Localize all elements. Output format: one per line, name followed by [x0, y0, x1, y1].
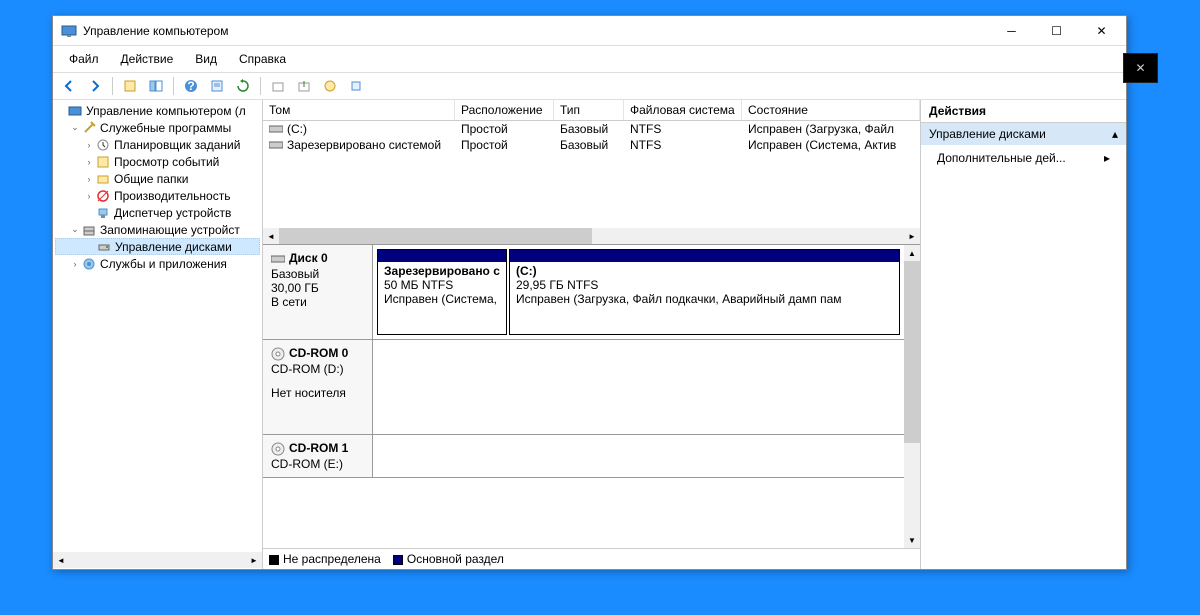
storage-icon — [81, 222, 97, 238]
menu-view[interactable]: Вид — [185, 48, 227, 70]
volume-icon — [269, 140, 283, 150]
expand-icon[interactable]: › — [83, 157, 95, 167]
partition-c[interactable]: (C:) 29,95 ГБ NTFS Исправен (Загрузка, Ф… — [509, 249, 900, 335]
actions-pane: Действия Управление дисками ▴ Дополнител… — [921, 100, 1126, 569]
tree-disk-management[interactable]: Управление дисками — [55, 238, 260, 255]
tree-hscrollbar[interactable]: ◄ ► — [53, 551, 262, 569]
col-layout[interactable]: Расположение — [455, 100, 554, 120]
volume-hscrollbar[interactable]: ◄ ► — [263, 228, 920, 244]
cmd-close-button[interactable]: ✕ — [1123, 53, 1158, 83]
hdd-icon — [271, 254, 285, 264]
device-icon — [95, 205, 111, 221]
maximize-button[interactable]: ☐ — [1034, 17, 1079, 45]
legend: Не распределена Основной раздел — [263, 548, 920, 569]
actions-group-diskmgmt[interactable]: Управление дисками ▴ — [921, 123, 1126, 145]
clock-icon — [95, 137, 111, 153]
volume-row[interactable]: (C:) Простой Базовый NTFS Исправен (Загр… — [263, 121, 920, 137]
toolbar-extra3[interactable] — [318, 75, 342, 97]
cmd-prompt-text: DISKPART> — [104, 586, 180, 602]
cdrom-icon — [271, 347, 285, 361]
help-button[interactable]: ? — [179, 75, 203, 97]
disk-row-0[interactable]: Диск 0 Базовый 30,00 ГБ В сети Зарезерви… — [263, 245, 904, 340]
tree-services[interactable]: › Службы и приложения — [55, 255, 260, 272]
computer-icon — [67, 103, 83, 119]
partition-system-reserved[interactable]: Зарезервировано с 50 МБ NTFS Исправен (С… — [377, 249, 507, 335]
show-hide-tree-button[interactable] — [144, 75, 168, 97]
col-filesystem[interactable]: Файловая система — [624, 100, 742, 120]
diskmap-vscrollbar[interactable]: ▲ ▼ — [904, 245, 920, 548]
disk-row-cdrom1[interactable]: CD-ROM 1 CD-ROM (E:) — [263, 435, 904, 478]
tree-scheduler[interactable]: › Планировщик заданий — [55, 136, 260, 153]
collapse-triangle-icon: ▴ — [1112, 127, 1118, 141]
log-icon — [95, 154, 111, 170]
legend-primary-swatch — [393, 555, 403, 565]
volume-icon — [269, 124, 283, 134]
tree-performance[interactable]: › Производительность — [55, 187, 260, 204]
volume-list: Том Расположение Тип Файловая система Со… — [263, 100, 920, 245]
refresh-button[interactable] — [231, 75, 255, 97]
tree-device-manager[interactable]: Диспетчер устройств — [55, 204, 260, 221]
forward-button[interactable] — [83, 75, 107, 97]
toolbar-extra1[interactable] — [266, 75, 290, 97]
volume-list-header: Том Расположение Тип Файловая система Со… — [263, 100, 920, 121]
tree-system-tools[interactable]: ⌄ Служебные программы — [55, 119, 260, 136]
window-title: Управление компьютером — [83, 24, 989, 38]
tree-event-viewer[interactable]: › Просмотр событий — [55, 153, 260, 170]
tree-storage[interactable]: ⌄ Запоминающие устройст — [55, 221, 260, 238]
titlebar: Управление компьютером ─ ☐ ✕ — [53, 16, 1126, 46]
menu-action[interactable]: Действие — [111, 48, 184, 70]
toolbar-extra2[interactable] — [292, 75, 316, 97]
performance-icon — [95, 188, 111, 204]
actions-more[interactable]: Дополнительные дей... ▸ — [921, 145, 1126, 171]
toolbar: ? — [53, 72, 1126, 100]
expand-icon[interactable]: › — [83, 140, 95, 150]
minimize-button[interactable]: ─ — [989, 17, 1034, 45]
close-button[interactable]: ✕ — [1079, 17, 1124, 45]
menu-file[interactable]: Файл — [59, 48, 109, 70]
collapse-icon[interactable]: ⌄ — [69, 122, 81, 133]
disk-map: Диск 0 Базовый 30,00 ГБ В сети Зарезерви… — [263, 245, 920, 569]
folder-icon — [95, 171, 111, 187]
actions-header: Действия — [921, 100, 1126, 123]
tools-icon — [81, 120, 97, 136]
navigation-tree-pane: Управление компьютером (л ⌄ Служебные пр… — [53, 100, 263, 569]
up-button[interactable] — [118, 75, 142, 97]
svg-text:?: ? — [187, 79, 194, 93]
center-pane: Том Расположение Тип Файловая система Со… — [263, 100, 921, 569]
expand-icon[interactable]: › — [83, 191, 95, 201]
app-icon — [61, 23, 77, 39]
col-type[interactable]: Тип — [554, 100, 624, 120]
cdrom-icon — [271, 442, 285, 456]
toolbar-extra4[interactable] — [344, 75, 368, 97]
cdrom1-info: CD-ROM 1 CD-ROM (E:) — [263, 435, 373, 477]
computer-management-window: Управление компьютером ─ ☐ ✕ Файл Действ… — [52, 15, 1127, 570]
arrow-right-icon: ▸ — [1104, 151, 1110, 165]
volume-row[interactable]: Зарезервировано системой Простой Базовый… — [263, 137, 920, 153]
back-button[interactable] — [57, 75, 81, 97]
col-status[interactable]: Состояние — [742, 100, 920, 120]
tree-shared-folders[interactable]: › Общие папки — [55, 170, 260, 187]
menu-help[interactable]: Справка — [229, 48, 296, 70]
collapse-icon[interactable]: ⌄ — [69, 224, 81, 235]
cdrom0-info: CD-ROM 0 CD-ROM (D:) Нет носителя — [263, 340, 373, 434]
disk-row-cdrom0[interactable]: CD-ROM 0 CD-ROM (D:) Нет носителя — [263, 340, 904, 435]
expand-icon[interactable]: › — [83, 174, 95, 184]
menubar: Файл Действие Вид Справка — [53, 46, 1126, 72]
disk0-info: Диск 0 Базовый 30,00 ГБ В сети — [263, 245, 373, 339]
expand-icon[interactable]: › — [69, 259, 81, 269]
properties-button[interactable] — [205, 75, 229, 97]
tree-root[interactable]: Управление компьютером (л — [55, 102, 260, 119]
disk-icon — [96, 239, 112, 255]
col-volume[interactable]: Том — [263, 100, 455, 120]
legend-unallocated-swatch — [269, 555, 279, 565]
services-icon — [81, 256, 97, 272]
